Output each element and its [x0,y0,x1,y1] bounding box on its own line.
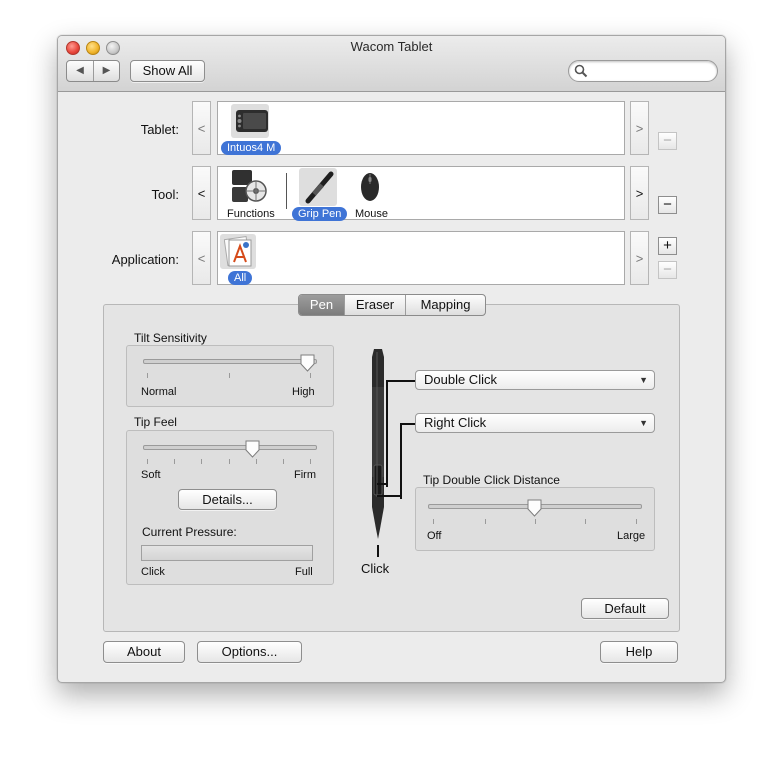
forward-button[interactable]: ▶ [94,61,119,81]
application-list: All [217,231,625,285]
pressure-min-label: Click [141,566,165,578]
tilt-tick [147,373,148,378]
pressure-max-label: Full [295,566,313,578]
remove-tool-button[interactable]: − [658,196,677,214]
tool-item-functions-label[interactable]: Functions [227,208,275,220]
tilt-max-label: High [292,386,315,398]
tool-prev-arrow[interactable]: < [192,166,211,220]
lower-switch-connector-stub [377,495,401,499]
upper-switch-value: Double Click [424,372,497,387]
pressure-meter [141,545,313,561]
double-click-slider-thumb[interactable] [527,499,542,517]
tab-bar: Pen Eraser Mapping [298,294,486,316]
tilt-min-label: Normal [141,386,177,398]
window-title: Wacom Tablet [350,39,433,54]
tool-item-grip-pen-label[interactable]: Grip Pen [292,207,348,221]
application-next-arrow[interactable]: > [630,231,649,285]
options-button[interactable]: Options... [197,641,302,663]
tilt-tick [229,373,230,378]
tip-feel-slider-track [143,445,317,450]
remove-application-button[interactable]: − [658,261,677,279]
tilt-slider-thumb[interactable] [300,354,315,372]
all-applications-icon[interactable] [224,236,254,268]
tablet-prev-arrow[interactable]: < [192,101,211,155]
help-button[interactable]: Help [600,641,678,663]
tool-item-mouse-label[interactable]: Mouse [355,208,388,220]
tip-feel-tick [310,459,311,464]
upper-switch-connector-stub [377,483,387,487]
tip-feel-tick [201,459,202,464]
tablet-item-label[interactable]: Intuos4 M [221,141,282,155]
double-click-tick [485,519,486,524]
remove-tablet-button[interactable]: − [658,132,677,150]
double-click-distance-group: Off Large [415,487,655,551]
tip-feel-min-label: Soft [141,469,161,481]
lower-switch-popup[interactable]: Right Click ▼ [415,413,655,433]
intuos-tablet-icon[interactable] [236,110,268,132]
functions-icon[interactable] [232,170,268,202]
chevron-down-icon: ▼ [639,418,648,428]
search-input[interactable] [591,62,713,80]
details-button[interactable]: Details... [178,489,277,510]
add-application-button[interactable]: + [658,237,677,255]
title-bar: Wacom Tablet ◀ ▶ Show All [58,36,725,92]
lower-switch-value: Right Click [424,415,487,430]
tool-divider [286,173,287,209]
double-click-distance-label: Tip Double Click Distance [423,473,560,487]
double-click-tick [433,519,434,524]
upper-switch-popup[interactable]: Double Click ▼ [415,370,655,390]
search-icon [574,64,588,78]
tilt-tick [310,373,311,378]
tilt-slider-track [143,359,317,364]
tip-feel-max-label: Firm [294,469,316,481]
tablet-next-arrow[interactable]: > [630,101,649,155]
double-click-tick [636,519,637,524]
chevron-down-icon: ▼ [639,375,648,385]
back-button[interactable]: ◀ [67,61,94,81]
tip-feel-group: Soft Firm Details... Current Pressure: C… [126,430,334,585]
pen-tip-function-label: Click [361,561,390,576]
application-prev-arrow[interactable]: < [192,231,211,285]
tilt-sensitivity-group: Normal High [126,345,334,407]
tool-list: Functions Grip Pen Mouse [217,166,625,221]
tab-mapping[interactable]: Mapping [406,295,485,315]
about-button[interactable]: About [103,641,185,663]
show-all-button[interactable]: Show All [130,60,205,82]
tablet-row-label: Tablet: [140,122,179,137]
tip-feel-tick [229,459,230,464]
mouse-icon[interactable] [360,172,380,202]
tip-feel-slider-thumb[interactable] [245,440,260,458]
tip-feel-tick [256,459,257,464]
tilt-sensitivity-label: Tilt Sensitivity [134,331,207,345]
double-click-max-label: Large [617,530,646,542]
double-click-min-label: Off [427,530,442,542]
double-click-tick [585,519,586,524]
tool-row-label: Tool: [151,187,179,202]
grip-pen-icon[interactable] [302,171,336,205]
tip-feel-tick [174,459,175,464]
application-item-label[interactable]: All [228,271,253,285]
tip-feel-tick [147,459,148,464]
search-field[interactable] [568,60,718,82]
tip-feel-label: Tip Feel [134,415,177,429]
double-click-tick [535,519,536,524]
default-button[interactable]: Default [581,598,669,619]
tablet-list: Intuos4 M [217,101,625,155]
current-pressure-label: Current Pressure: [142,525,237,539]
tip-feel-tick [283,459,284,464]
tab-eraser[interactable]: Eraser [345,295,406,315]
application-row-label: Application: [111,252,179,267]
tip-pointer-line [377,545,379,557]
nav-segmented-control: ◀ ▶ [66,60,120,82]
settings-panel: Tilt Sensitivity Normal High Tip Feel So… [103,304,680,632]
tool-next-arrow[interactable]: > [630,166,649,220]
preferences-window: Wacom Tablet ◀ ▶ Show All Tablet: < Intu… [57,35,726,683]
tab-pen[interactable]: Pen [299,295,345,315]
